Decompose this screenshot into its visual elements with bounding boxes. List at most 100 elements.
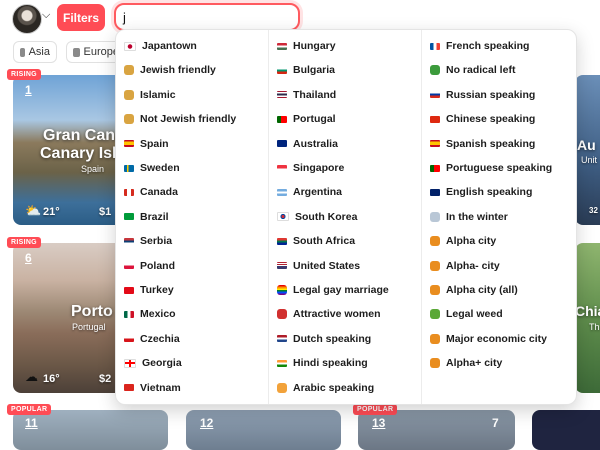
flag-mexico-icon (124, 310, 134, 318)
city-card-austin[interactable]: Au Unit 32 (575, 75, 600, 225)
card-temp: 21° (43, 206, 60, 218)
suggestion-label: Legal weed (446, 308, 503, 321)
flag-united-states-icon (277, 262, 287, 270)
suggestion-option[interactable]: Brazil (124, 208, 169, 226)
suggestion-label: Czechia (140, 332, 180, 345)
region-icon (73, 47, 80, 57)
suggestion-option[interactable]: Attractive women (277, 305, 381, 323)
suggestion-option[interactable]: Chinese speaking (430, 110, 535, 128)
suggestion-label: French speaking (446, 40, 530, 52)
suggestion-option[interactable]: Singapore (277, 159, 344, 177)
suggestion-label: United States (293, 259, 361, 272)
suggestion-option[interactable]: English speaking (430, 183, 532, 201)
flag-china-icon (430, 115, 440, 123)
city-card[interactable]: 13 7 (358, 410, 515, 450)
suggestion-label: Alpha- city (446, 259, 500, 272)
flag-czechia-icon (124, 335, 134, 343)
suggestion-option[interactable]: Serbia (124, 232, 172, 250)
suggestion-label: Major economic city (446, 332, 547, 345)
city-card[interactable] (532, 410, 600, 450)
suggestion-option[interactable]: Hindi speaking (277, 354, 368, 372)
suggestion-option[interactable]: United States (277, 257, 360, 275)
flag-india-icon (277, 359, 287, 367)
avatar[interactable] (12, 4, 42, 34)
suggestion-label: Georgia (142, 357, 182, 370)
flag-japan-icon (124, 41, 136, 51)
chip-label: Europe (83, 46, 119, 58)
suggestion-option[interactable]: Legal gay marriage (277, 281, 389, 299)
suggestion-label: Mexico (140, 308, 176, 321)
flag-vietnam-icon (124, 384, 134, 392)
suggestion-option[interactable]: South Africa (277, 232, 355, 250)
suggestion-label: Portuguese speaking (446, 162, 553, 174)
suggestion-option[interactable]: Vietnam (124, 379, 181, 397)
card-city: Au (577, 137, 596, 153)
suggestion-option[interactable]: Portugal (277, 110, 336, 128)
suggestion-option[interactable]: Turkey (124, 281, 174, 299)
suggestion-option[interactable]: Argentina (277, 183, 342, 201)
flag-portugal-icon (430, 164, 440, 172)
suggestion-option[interactable]: Islamic (124, 86, 176, 104)
suggestion-option[interactable]: Canada (124, 183, 178, 201)
suggestion-option[interactable]: Not Jewish friendly (124, 110, 236, 128)
city-card-chiang-mai[interactable]: Chia Th (575, 243, 600, 393)
suggestion-option[interactable]: Russian speaking (430, 86, 535, 104)
suggestion-option[interactable]: Poland (124, 257, 175, 275)
city-icon (430, 285, 440, 295)
suggestion-option[interactable]: Major economic city (430, 330, 547, 348)
suggestion-option[interactable]: Arabic speaking (277, 379, 374, 397)
flag-bulgaria-icon (277, 66, 287, 74)
card-country: Th (589, 322, 600, 332)
flag-poland-icon (124, 262, 134, 270)
city-card[interactable]: 12 (186, 410, 341, 450)
rainbow-icon (277, 285, 287, 295)
suggestion-label: No radical left (446, 64, 516, 77)
suggestion-option[interactable]: Georgia (124, 354, 182, 372)
card-price: $1 (99, 206, 112, 218)
suggestion-column-1: Japantown Jewish friendly Islamic Not Jewis… (116, 30, 268, 404)
suggestion-option[interactable]: South Korea (277, 208, 357, 226)
suggestion-option[interactable]: French speaking (430, 37, 529, 55)
filters-button[interactable]: Filters (57, 4, 105, 31)
suggestion-label: Sweden (140, 162, 180, 174)
suggestion-option[interactable]: Australia (277, 135, 338, 153)
suggestion-label: Attractive women (293, 308, 381, 321)
suggestion-option[interactable]: Czechia (124, 330, 180, 348)
chevron-down-icon[interactable]: ⌵ (42, 9, 50, 22)
suggestion-option[interactable]: No radical left (430, 61, 515, 79)
suggestion-option[interactable]: Alpha city (all) (430, 281, 518, 299)
suggestion-option[interactable]: Legal weed (430, 305, 503, 323)
suggestion-option[interactable]: Dutch speaking (277, 330, 371, 348)
suggestion-label: Turkey (140, 284, 174, 296)
suggestion-label: South Korea (295, 210, 358, 223)
suggestion-option[interactable]: Alpha city (430, 232, 496, 250)
suggestion-option[interactable]: Mexico (124, 305, 176, 323)
suggestion-option[interactable]: Spain (124, 135, 169, 153)
cloud-icon: ☁ (25, 369, 38, 384)
suggestion-option[interactable]: In the winter (430, 208, 508, 226)
cloud-sun-icon: ⛅ (25, 203, 42, 218)
suggestion-option[interactable]: Japantown (124, 37, 197, 55)
chip-asia[interactable]: Asia (13, 41, 57, 63)
suggestion-option[interactable]: Portuguese speaking (430, 159, 552, 177)
flag-uk-icon (430, 188, 440, 196)
suggestion-label: In the winter (446, 210, 508, 223)
suggestion-label: Argentina (293, 186, 343, 199)
suggestion-label: Bulgaria (293, 64, 336, 77)
card-country: Portugal (72, 322, 106, 332)
search-input[interactable]: j (114, 3, 300, 31)
suggestion-option[interactable]: Alpha- city (430, 257, 500, 275)
suggestion-option[interactable]: Sweden (124, 159, 180, 177)
flag-thailand-icon (277, 91, 287, 99)
suggestion-label: Arabic speaking (293, 381, 375, 394)
mosque-icon (124, 89, 134, 100)
suggestion-label: Hungary (293, 40, 336, 52)
suggestion-option[interactable]: Spanish speaking (430, 135, 535, 153)
suggestion-label: Legal gay marriage (293, 284, 389, 296)
suggestion-option[interactable]: Alpha+ city (430, 354, 502, 372)
suggestion-option[interactable]: Bulgaria (277, 61, 335, 79)
city-card[interactable]: 11 (13, 410, 168, 450)
suggestion-option[interactable]: Jewish friendly (124, 61, 216, 79)
suggestion-option[interactable]: Hungary (277, 37, 336, 55)
suggestion-option[interactable]: Thailand (277, 86, 336, 104)
